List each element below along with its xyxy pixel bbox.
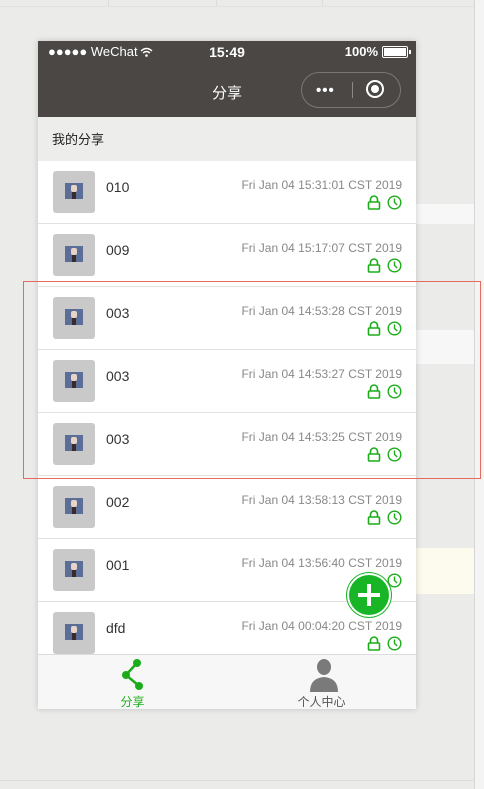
battery-icon	[382, 45, 411, 58]
share-status-icons	[367, 258, 402, 273]
share-date: Fri Jan 04 14:53:27 CST 2019	[241, 367, 402, 381]
clock-icon	[387, 636, 402, 651]
share-date: Fri Jan 04 00:04:20 CST 2019	[241, 619, 402, 633]
lock-icon	[367, 258, 381, 273]
background-separator	[108, 0, 109, 6]
tab-bar: 分享 个人中心	[38, 654, 416, 709]
background-separator	[322, 0, 323, 6]
share-thumbnail	[53, 423, 95, 465]
background-panel	[416, 548, 474, 594]
photo-thumbnail-image	[65, 183, 83, 199]
share-thumbnail	[53, 549, 95, 591]
background-panel	[416, 330, 474, 364]
clock-icon	[387, 384, 402, 399]
clock-icon	[387, 447, 402, 462]
photo-thumbnail-image	[65, 435, 83, 451]
section-title: 我的分享	[52, 132, 105, 147]
photo-thumbnail-image	[65, 309, 83, 325]
share-name: 001	[106, 557, 130, 573]
share-thumbnail	[53, 612, 95, 654]
share-row[interactable]: 003 Fri Jan 04 14:53:28 CST 2019	[38, 287, 416, 350]
clock-icon	[387, 258, 402, 273]
lock-icon	[367, 510, 381, 525]
more-menu-icon[interactable]: •••	[316, 82, 335, 99]
photo-thumbnail-image	[65, 246, 83, 262]
share-name: 002	[106, 494, 130, 510]
share-date: Fri Jan 04 14:53:28 CST 2019	[241, 304, 402, 318]
share-thumbnail	[53, 171, 95, 213]
share-icon	[122, 659, 143, 690]
section-header: 我的分享	[38, 117, 416, 161]
background-divider	[0, 6, 474, 7]
tab-share-label: 分享	[120, 695, 145, 709]
share-date: Fri Jan 04 13:56:40 CST 2019	[241, 556, 402, 570]
lock-icon	[367, 447, 381, 462]
share-date: Fri Jan 04 14:53:25 CST 2019	[241, 430, 402, 444]
share-name: 003	[106, 431, 130, 447]
lock-icon	[367, 195, 381, 210]
person-icon	[310, 659, 338, 692]
photo-thumbnail-image	[65, 372, 83, 388]
background-separator	[216, 0, 217, 6]
share-name: dfd	[106, 620, 126, 636]
tab-profile-label: 个人中心	[297, 695, 346, 709]
background-divider	[0, 780, 474, 781]
background-panel	[416, 204, 474, 224]
share-status-icons	[367, 636, 402, 651]
share-status-icons	[367, 195, 402, 210]
share-status-icons	[367, 447, 402, 462]
share-row[interactable]: 003 Fri Jan 04 14:53:27 CST 2019	[38, 350, 416, 413]
photo-thumbnail-image	[65, 624, 83, 640]
lock-icon	[367, 636, 381, 651]
share-row[interactable]: 010 Fri Jan 04 15:31:01 CST 2019	[38, 161, 416, 224]
share-name: 009	[106, 242, 130, 258]
lock-icon	[367, 384, 381, 399]
share-row[interactable]: 003 Fri Jan 04 14:53:25 CST 2019	[38, 413, 416, 476]
lock-icon	[367, 321, 381, 336]
share-name: 003	[106, 368, 130, 384]
add-button[interactable]	[349, 575, 389, 615]
share-status-icons	[367, 510, 402, 525]
status-bar: ●●●●● WeChat 15:49 100%	[38, 41, 416, 63]
tab-profile[interactable]: 个人中心	[227, 655, 416, 709]
share-thumbnail	[53, 297, 95, 339]
battery-status: 100%	[344, 44, 411, 59]
share-date: Fri Jan 04 13:58:13 CST 2019	[241, 493, 402, 507]
navigation-bar: 分享 •••	[38, 63, 416, 117]
share-date: Fri Jan 04 15:31:01 CST 2019	[241, 178, 402, 192]
share-row[interactable]: 002 Fri Jan 04 13:58:13 CST 2019	[38, 476, 416, 539]
share-date: Fri Jan 04 15:17:07 CST 2019	[241, 241, 402, 255]
share-thumbnail	[53, 360, 95, 402]
share-name: 003	[106, 305, 130, 321]
photo-thumbnail-image	[65, 561, 83, 577]
share-status-icons	[367, 321, 402, 336]
capsule-divider	[352, 82, 353, 98]
background-scrollbar	[474, 0, 484, 789]
battery-percent: 100%	[344, 44, 378, 59]
tab-share[interactable]: 分享	[38, 655, 227, 709]
share-thumbnail	[53, 234, 95, 276]
photo-thumbnail-image	[65, 498, 83, 514]
share-thumbnail	[53, 486, 95, 528]
menu-capsule: •••	[301, 72, 401, 108]
clock-icon	[387, 573, 402, 588]
share-status-icons	[367, 384, 402, 399]
share-row[interactable]: 009 Fri Jan 04 15:17:07 CST 2019	[38, 224, 416, 287]
target-circle-icon[interactable]	[366, 80, 384, 98]
clock-icon	[387, 195, 402, 210]
clock-icon	[387, 510, 402, 525]
share-name: 010	[106, 179, 130, 195]
clock-icon	[387, 321, 402, 336]
